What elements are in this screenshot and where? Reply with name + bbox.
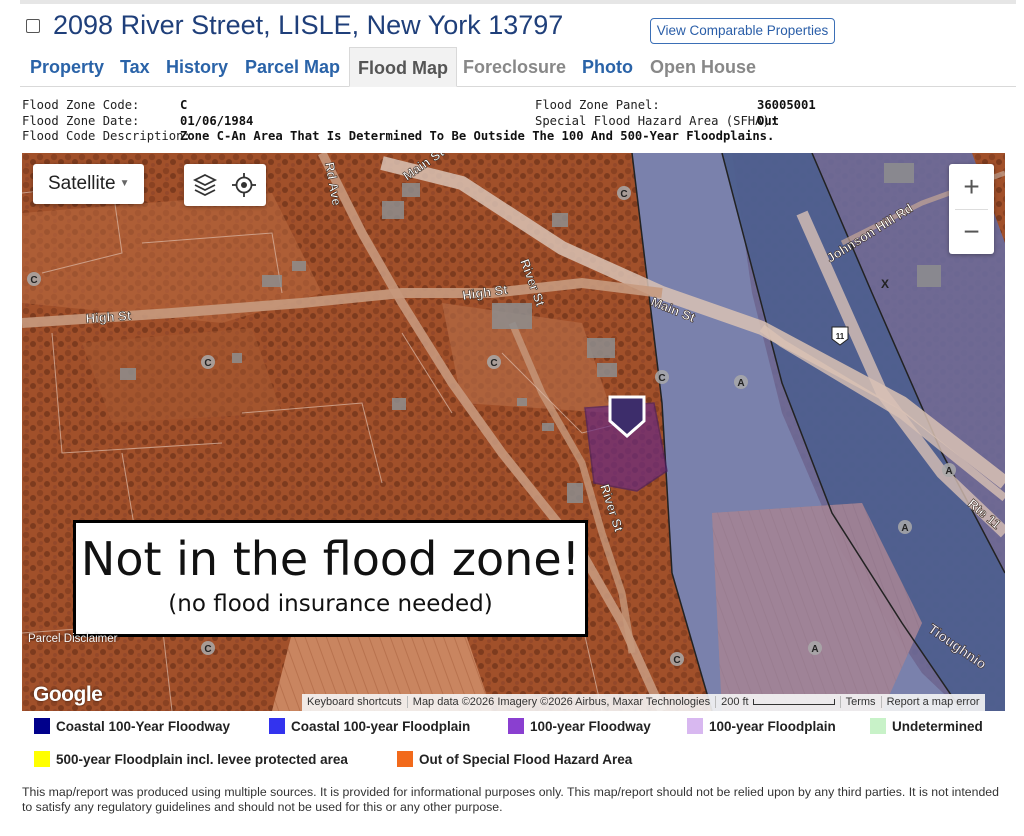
zone-marker-a: A — [898, 520, 912, 534]
flood-zone-code-label: Flood Zone Code: — [22, 98, 140, 112]
keyboard-shortcuts-link[interactable]: Keyboard shortcuts — [302, 696, 407, 708]
svg-text:C: C — [204, 358, 211, 369]
zone-marker-a: A — [808, 641, 822, 655]
svg-text:11: 11 — [836, 332, 845, 341]
sfha-label: Special Flood Hazard Area (SFHA): — [535, 113, 778, 128]
top-divider — [20, 0, 1016, 6]
flood-zone-date-label: Flood Zone Date: — [22, 113, 140, 128]
svg-text:C: C — [658, 373, 665, 384]
zoom-controls: + − — [949, 164, 994, 254]
flood-map[interactable]: Main St Main St High St High St River St… — [22, 153, 1005, 711]
tab-history[interactable]: History — [166, 47, 228, 87]
tab-property[interactable]: Property — [30, 47, 104, 87]
callout-subtitle: (no flood insurance needed) — [168, 591, 493, 617]
legend-swatch — [269, 718, 285, 734]
flood-zone-panel-label: Flood Zone Panel: — [535, 98, 660, 112]
svg-text:A: A — [737, 378, 744, 389]
parcel-disclaimer-link[interactable]: Parcel Disclaimer — [28, 633, 117, 645]
title-row: 2098 River Street, LISLE, New York 13797… — [26, 10, 1016, 46]
terms-link[interactable]: Terms — [839, 696, 881, 708]
zoom-in-button[interactable]: + — [949, 164, 994, 209]
my-location-icon[interactable] — [231, 172, 257, 198]
svg-text:C: C — [30, 275, 37, 286]
zone-marker-c: C — [201, 641, 215, 655]
chevron-down-icon: ▼ — [119, 178, 130, 189]
view-comparable-properties-button[interactable]: View Comparable Properties — [650, 18, 835, 44]
legend-swatch — [508, 718, 524, 734]
tab-tax[interactable]: Tax — [120, 47, 150, 87]
legend-swatch — [34, 751, 50, 767]
flood-code-description-label: Flood Code Description: — [22, 129, 191, 143]
legend-label: 100-year Floodway — [530, 719, 651, 734]
flood-zone-panel-value: 36005001 — [757, 98, 816, 112]
legend-swatch — [34, 718, 50, 734]
legend-label: 500-year Floodplain incl. levee protecte… — [56, 752, 348, 767]
svg-text:A: A — [901, 523, 908, 534]
tab-photo[interactable]: Photo — [582, 47, 633, 87]
tab-open-house: Open House — [650, 57, 757, 77]
zone-marker-a: A — [942, 463, 956, 477]
callout-title: Not in the flood zone! — [80, 532, 581, 586]
map-attribution-bar: Keyboard shortcuts Map data ©2026 Imagery… — [302, 694, 985, 711]
tab-flood-map[interactable]: Flood Map — [349, 47, 457, 87]
zone-marker-c: C — [670, 652, 684, 666]
property-tabs: Property Tax History Parcel Map Flood Ma… — [20, 47, 1016, 87]
legend-swatch — [397, 751, 413, 767]
tab-foreclosure: Foreclosure — [463, 57, 567, 77]
legend-item: 100-year Floodway — [508, 718, 651, 736]
flood-code-description-value: Zone C-An Area That Is Determined To Be … — [180, 129, 775, 143]
scale-label: 200 ft — [721, 696, 749, 708]
zone-marker-c: C — [27, 272, 41, 286]
svg-text:C: C — [620, 189, 627, 200]
svg-text:X: X — [881, 277, 889, 291]
legend-swatch — [687, 718, 703, 734]
zone-marker-c: C — [487, 355, 501, 369]
map-tools — [184, 164, 266, 206]
svg-text:C: C — [204, 644, 211, 655]
svg-text:C: C — [490, 358, 497, 369]
legend-label: Undetermined — [892, 719, 983, 734]
legend-item: Undetermined — [870, 718, 983, 736]
select-property-checkbox[interactable] — [26, 19, 40, 33]
legend-swatch — [870, 718, 886, 734]
flood-zone-date-value: 01/06/1984 — [180, 113, 254, 128]
map-type-label: Satellite — [48, 173, 116, 195]
report-disclaimer: This map/report was produced using multi… — [22, 785, 999, 814]
svg-text:C: C — [673, 655, 680, 666]
zone-marker-c: C — [201, 355, 215, 369]
map-scale[interactable]: 200 ft — [715, 696, 840, 708]
legend-item: 500-year Floodplain incl. levee protecte… — [34, 751, 348, 769]
legend-label: Coastal 100-year Floodplain — [291, 719, 471, 734]
zoom-out-button[interactable]: − — [949, 209, 994, 254]
report-map-error-link[interactable]: Report a map error — [880, 696, 985, 708]
flood-status-callout: Not in the flood zone! (no flood insuran… — [73, 520, 588, 637]
legend-item: Out of Special Flood Hazard Area — [397, 751, 632, 769]
flood-zone-code-value: C — [180, 98, 188, 112]
scale-bar — [752, 699, 835, 706]
zone-marker-a: A — [734, 375, 748, 389]
legend-label: Out of Special Flood Hazard Area — [419, 752, 633, 767]
map-type-dropdown[interactable]: Satellite ▼ — [33, 164, 144, 204]
layers-icon[interactable] — [192, 172, 218, 198]
google-logo[interactable]: Google — [33, 683, 103, 707]
legend-item: Coastal 100-year Floodplain — [269, 718, 470, 736]
sfha-value: Out — [757, 113, 780, 128]
tab-parcel-map[interactable]: Parcel Map — [245, 47, 340, 87]
street-label-high-st-2: High St — [85, 308, 132, 326]
legend-item: 100-year Floodplain — [687, 718, 836, 736]
svg-text:A: A — [811, 644, 818, 655]
svg-text:A: A — [945, 466, 952, 477]
map-data-attribution: Map data ©2026 Imagery ©2026 Airbus, Max… — [406, 696, 716, 708]
legend-label: 100-year Floodplain — [709, 719, 836, 734]
zone-marker-x: X — [881, 277, 889, 291]
legend-item: Coastal 100-Year Floodway — [34, 718, 230, 736]
zone-marker-c: C — [655, 370, 669, 384]
legend-label: Coastal 100-Year Floodway — [56, 719, 231, 734]
property-address-title: 2098 River Street, LISLE, New York 13797 — [53, 10, 564, 40]
zone-marker-c: C — [617, 186, 631, 200]
